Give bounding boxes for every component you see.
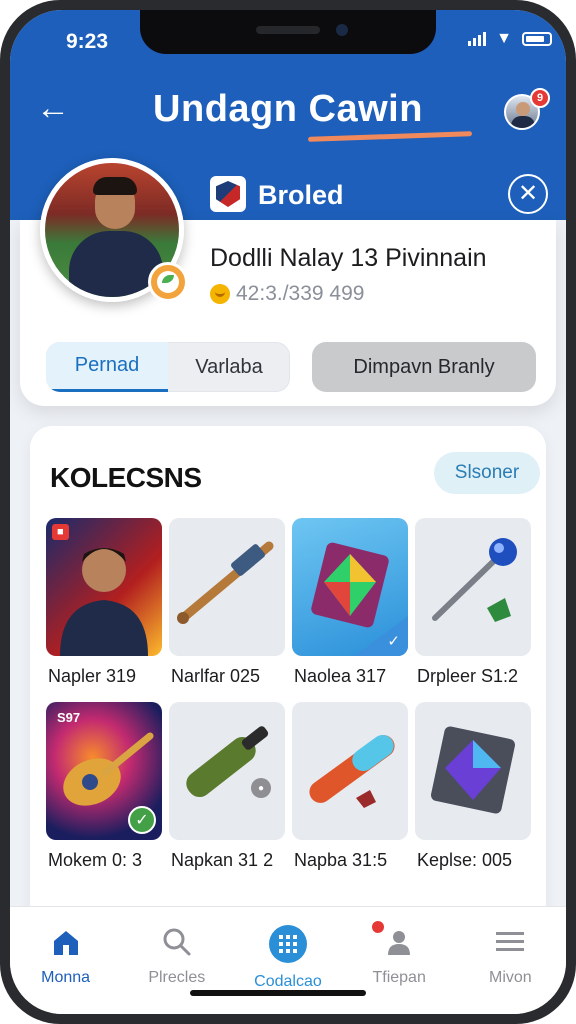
close-icon[interactable]: ✕ bbox=[508, 174, 548, 214]
tab-pernad[interactable]: Pernad bbox=[46, 342, 168, 392]
collection-item-label: Naolea 317 bbox=[294, 666, 387, 686]
collection-item[interactable]: Drpleer S1:2 bbox=[415, 518, 531, 702]
signal-icon bbox=[468, 32, 487, 46]
screen: 9:23 ▼ ← Undagn Cawin 9 Broled ✕ Dodlli … bbox=[10, 10, 566, 1014]
notch bbox=[140, 10, 436, 54]
team-name: Broled bbox=[258, 180, 344, 210]
nav-label: Plrecles bbox=[148, 969, 206, 986]
nav-item-mivon[interactable]: Mivon bbox=[460, 925, 560, 1014]
status-time: 9:23 bbox=[66, 30, 109, 53]
collection-item-label: Drpleer S1:2 bbox=[417, 666, 519, 686]
check-icon: ✓ bbox=[128, 806, 156, 834]
bottle-icon: ● bbox=[169, 702, 285, 840]
player-stats-value: 42:3./339 499 bbox=[236, 282, 365, 305]
player-name: Dodlli Nalay 13 Pivinnain bbox=[210, 244, 487, 272]
capsule-icon bbox=[292, 702, 408, 840]
team-logo-icon bbox=[210, 176, 246, 212]
tab-varlaba[interactable]: Varlaba bbox=[168, 342, 290, 392]
player-card-icon: ■ bbox=[46, 518, 162, 656]
collection-item[interactable]: ● Napkan 31 2 bbox=[169, 702, 285, 886]
nav-item-tfiepan[interactable]: Tfiepan bbox=[349, 919, 449, 1014]
phone-frame: 9:23 ▼ ← Undagn Cawin 9 Broled ✕ Dodlli … bbox=[0, 0, 576, 1024]
player-stats: 42:3./339 499 bbox=[210, 282, 364, 306]
nav-item-codalcao[interactable]: Codalcao bbox=[238, 925, 338, 1014]
nav-label: Mivon bbox=[489, 969, 532, 986]
collection-item[interactable]: ✓ Naolea 317 bbox=[292, 518, 408, 702]
collection-item[interactable]: Keplse: 005 bbox=[415, 702, 531, 886]
collection-item[interactable]: ■ Napler 319 bbox=[46, 518, 162, 702]
battery-icon bbox=[522, 32, 552, 46]
grid-icon bbox=[268, 925, 307, 963]
search-icon bbox=[160, 925, 194, 959]
crystal-icon bbox=[415, 702, 531, 840]
scepter-icon bbox=[415, 518, 531, 656]
bat-icon bbox=[169, 518, 285, 656]
collection-grid: ■ Napler 319 Narlfar 025 ✓ Naolea 317 Dr… bbox=[46, 518, 538, 886]
lock-icon: ● bbox=[251, 778, 271, 798]
menu-icon bbox=[493, 925, 527, 959]
nav-label: Tfiepan bbox=[372, 969, 426, 986]
collection-title: KOLECSNS bbox=[50, 462, 202, 493]
collection-panel: KOLECSNS Slsoner ■ Napler 319 Narlfar 02… bbox=[30, 426, 546, 986]
page-title: Undagn Cawin bbox=[153, 88, 423, 130]
nav-label: Codalcao bbox=[254, 973, 322, 990]
collection-item-label: Napkan 31 2 bbox=[171, 850, 274, 870]
collection-item-label: Napler 319 bbox=[48, 666, 137, 686]
collection-item[interactable]: Narlfar 025 bbox=[169, 518, 285, 702]
status-icons: ▼ bbox=[468, 30, 552, 47]
collection-item[interactable]: Napba 31:5 bbox=[292, 702, 408, 886]
collection-filter-button[interactable]: Slsoner bbox=[434, 452, 540, 494]
action-button[interactable]: Dimpavn Branly bbox=[312, 342, 536, 392]
gem-card-icon: ✓ bbox=[292, 518, 408, 656]
bottom-nav: Monna Plrecles Codalcao Tfiepan Mivon bbox=[10, 906, 566, 1014]
home-icon bbox=[49, 925, 83, 959]
collection-item[interactable]: S97 ✓ Mokem 0: 3 bbox=[46, 702, 162, 886]
collection-item-label: Keplse: 005 bbox=[417, 850, 513, 870]
coin-icon bbox=[210, 284, 230, 304]
home-indicator[interactable] bbox=[190, 990, 366, 996]
collection-item-label: Napba 31:5 bbox=[294, 850, 388, 870]
wifi-icon: ▼ bbox=[496, 30, 512, 47]
segmented-control: Pernad Varlaba bbox=[46, 342, 290, 392]
verified-badge-icon bbox=[148, 262, 188, 302]
notification-badge: 9 bbox=[530, 88, 550, 108]
users-icon bbox=[370, 919, 416, 959]
collection-item-label: Mokem 0: 3 bbox=[48, 850, 143, 870]
nav-item-plrecles[interactable]: Plrecles bbox=[127, 925, 227, 1014]
lute-icon: S97 ✓ bbox=[46, 702, 162, 840]
nav-item-monna[interactable]: Monna bbox=[16, 925, 116, 1014]
nav-label: Monna bbox=[41, 969, 91, 986]
collection-item-label: Narlfar 025 bbox=[171, 666, 261, 686]
